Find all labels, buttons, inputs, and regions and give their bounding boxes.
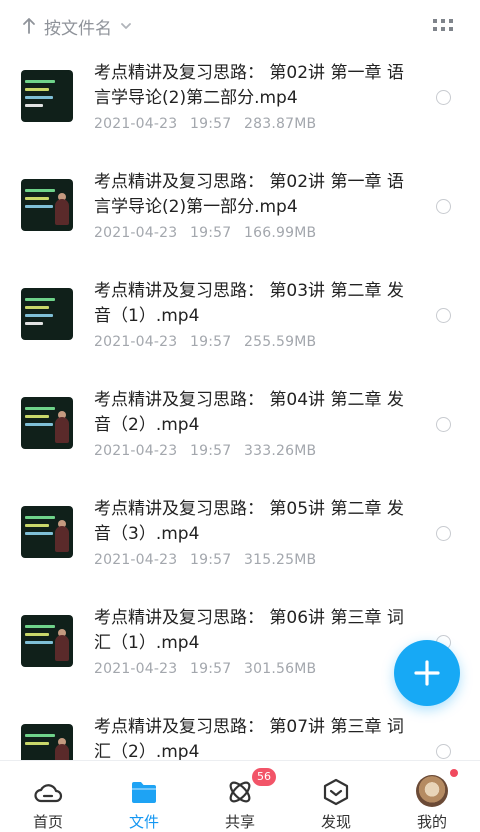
hexagon-discover-icon (323, 778, 349, 806)
file-time: 19:57 (190, 443, 232, 459)
add-fab-button[interactable] (394, 640, 460, 706)
file-size: 333.26MB (244, 443, 317, 459)
share-atom-icon (229, 781, 251, 803)
file-name: 考点精讲及复习思路： 第04讲 第二章 发音（2）.mp4 (94, 390, 404, 435)
file-date: 2021-04-23 (94, 661, 178, 677)
sort-label: 按文件名 (44, 18, 112, 39)
select-radio[interactable] (436, 308, 451, 323)
folder-icon (132, 782, 156, 803)
tab-label: 发现 (320, 813, 351, 831)
file-size: 283.87MB (244, 116, 317, 132)
file-name: 考点精讲及复习思路： 第05讲 第二章 发音（3）.mp4 (94, 499, 404, 544)
tab-label: 共享 (224, 813, 255, 831)
select-radio[interactable] (436, 199, 451, 214)
tab-home[interactable]: 首页 (0, 761, 96, 832)
file-row[interactable]: 考点精讲及复习思路： 第04讲 第二章 发音（2）.mp4 2021-04-23… (0, 379, 480, 488)
tab-discover[interactable]: 发现 (288, 761, 384, 832)
file-meta: 2021-04-23 19:57 315.25MB (94, 552, 316, 568)
select-radio[interactable] (436, 744, 451, 759)
file-meta: 2021-04-23 19:57 166.99MB (94, 225, 316, 241)
file-time: 19:57 (190, 552, 232, 568)
file-date: 2021-04-23 (94, 225, 178, 241)
tab-label: 文件 (128, 813, 159, 831)
video-thumbnail (21, 397, 73, 449)
file-size: 315.25MB (244, 552, 317, 568)
file-meta: 2021-04-23 19:57 333.26MB (94, 443, 316, 459)
video-thumbnail (21, 615, 73, 667)
file-time: 19:57 (190, 225, 232, 241)
file-name: 考点精讲及复习思路： 第07讲 第三章 词汇（2）.mp4 (94, 717, 404, 762)
chevron-down-icon (121, 23, 131, 29)
file-date: 2021-04-23 (94, 443, 178, 459)
file-size: 255.59MB (244, 334, 317, 350)
sort-bar: 按文件名 (0, 0, 480, 52)
select-radio[interactable] (436, 90, 451, 105)
tab-label: 我的 (416, 813, 447, 831)
video-thumbnail (21, 179, 73, 231)
bottom-tab-bar: 首页 文件 共享 56 发现 我的 (0, 760, 480, 832)
file-meta: 2021-04-23 19:57 283.87MB (94, 116, 316, 132)
avatar[interactable] (416, 775, 448, 807)
file-date: 2021-04-23 (94, 552, 178, 568)
file-size: 301.56MB (244, 661, 317, 677)
file-name: 考点精讲及复习思路： 第03讲 第二章 发音（1）.mp4 (94, 281, 404, 326)
file-time: 19:57 (190, 661, 232, 677)
cloud-icon (34, 784, 63, 803)
file-name: 考点精讲及复习思路： 第02讲 第一章 语言学导论(2)第二部分.mp4 (94, 63, 404, 108)
select-radio[interactable] (436, 526, 451, 541)
file-meta: 2021-04-23 19:57 255.59MB (94, 334, 316, 350)
file-row[interactable]: 考点精讲及复习思路： 第02讲 第一章 语言学导论(2)第二部分.mp4 202… (0, 52, 480, 161)
grid-view-icon[interactable] (433, 18, 453, 32)
video-thumbnail (21, 506, 73, 558)
plus-icon (414, 660, 440, 686)
file-name: 考点精讲及复习思路： 第02讲 第一章 语言学导论(2)第一部分.mp4 (94, 172, 404, 217)
file-size: 166.99MB (244, 225, 317, 241)
file-date: 2021-04-23 (94, 334, 178, 350)
share-count-badge: 56 (252, 768, 276, 786)
file-name: 考点精讲及复习思路： 第06讲 第三章 词汇（1）.mp4 (94, 608, 404, 653)
tab-files[interactable]: 文件 (96, 761, 192, 832)
file-row[interactable]: 考点精讲及复习思路： 第03讲 第二章 发音（1）.mp4 2021-04-23… (0, 270, 480, 379)
sort-by-filename-button[interactable]: 按文件名 (22, 12, 132, 40)
file-row[interactable]: 考点精讲及复习思路： 第05讲 第二章 发音（3）.mp4 2021-04-23… (0, 488, 480, 597)
file-time: 19:57 (190, 116, 232, 132)
arrow-up-icon (23, 18, 35, 34)
file-date: 2021-04-23 (94, 116, 178, 132)
select-radio[interactable] (436, 417, 451, 432)
video-thumbnail (21, 70, 73, 122)
notification-dot (450, 769, 458, 777)
file-meta: 2021-04-23 19:57 301.56MB (94, 661, 316, 677)
file-row[interactable]: 考点精讲及复习思路： 第02讲 第一章 语言学导论(2)第一部分.mp4 202… (0, 161, 480, 270)
file-time: 19:57 (190, 334, 232, 350)
video-thumbnail (21, 288, 73, 340)
tab-label: 首页 (32, 813, 63, 831)
